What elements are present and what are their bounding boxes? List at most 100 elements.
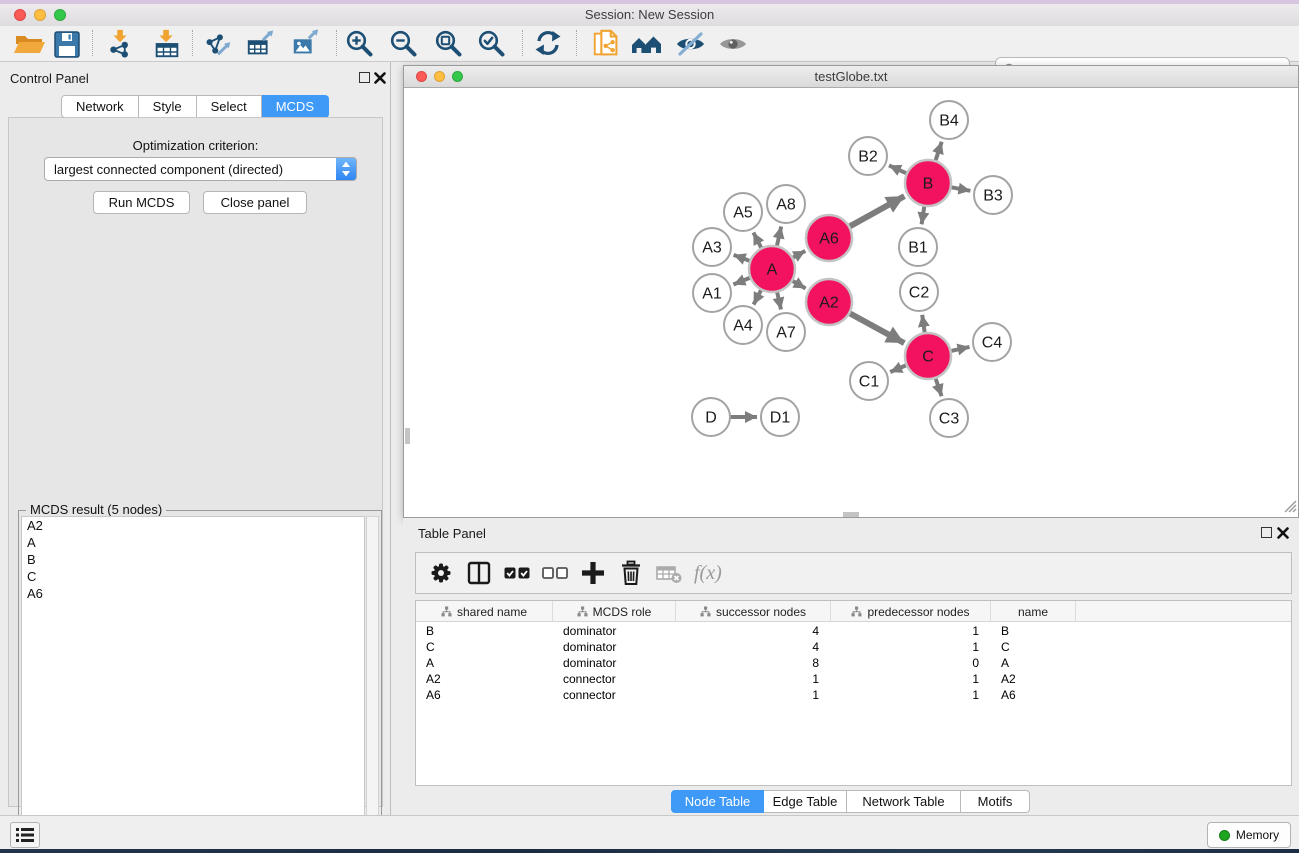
edge-A-A8[interactable]	[777, 227, 781, 247]
result-item[interactable]: A2	[22, 517, 364, 534]
edge-A-A2[interactable]	[792, 281, 806, 289]
select-all-icon[interactable]	[502, 558, 532, 588]
edge-A2-C[interactable]	[849, 313, 904, 343]
edge-A-A7[interactable]	[777, 292, 781, 310]
node-B3[interactable]: B3	[974, 176, 1012, 214]
export-image-icon[interactable]	[289, 28, 323, 60]
resize-grip-icon[interactable]	[1285, 501, 1296, 512]
export-network-icon[interactable]	[202, 28, 236, 60]
result-item[interactable]: B	[22, 551, 364, 568]
table-cell[interactable]: dominator	[553, 623, 676, 639]
edge-B-B4[interactable]	[935, 142, 941, 161]
result-list-scrollbar[interactable]	[366, 516, 379, 847]
table-cell[interactable]: B	[416, 623, 553, 639]
table-row[interactable]: Bdominator41B	[416, 623, 1291, 639]
tab-node-table[interactable]: Node Table	[671, 790, 764, 813]
edge-C-C1[interactable]	[890, 365, 907, 372]
node-C1[interactable]: C1	[850, 362, 888, 400]
node-A5[interactable]: A5	[724, 193, 762, 231]
tab-edge-table[interactable]: Edge Table	[764, 790, 847, 813]
node-B1[interactable]: B1	[899, 228, 937, 266]
table-cell[interactable]: A6	[991, 687, 1076, 703]
column-header-predecessor-nodes[interactable]: predecessor nodes	[831, 601, 991, 622]
vertical-scroll-nub[interactable]	[405, 428, 410, 444]
result-item[interactable]: A6	[22, 585, 364, 602]
zoom-in-icon[interactable]	[344, 28, 378, 60]
table-cell[interactable]: B	[991, 623, 1076, 639]
float-table-panel-icon[interactable]	[1261, 527, 1272, 538]
node-C2[interactable]: C2	[900, 273, 938, 311]
table-cell[interactable]: A2	[991, 671, 1076, 687]
edge-A-A6[interactable]	[792, 251, 805, 258]
table-cell[interactable]: 8	[676, 655, 831, 671]
node-A4[interactable]: A4	[724, 306, 762, 344]
column-header-shared-name[interactable]: shared name	[416, 601, 553, 622]
add-column-icon[interactable]	[578, 558, 608, 588]
save-session-icon[interactable]	[50, 28, 84, 60]
function-builder-icon[interactable]: f(x)	[692, 562, 722, 585]
table-cell[interactable]: 1	[831, 687, 991, 703]
table-cell[interactable]: 1	[676, 687, 831, 703]
export-table-icon[interactable]	[244, 28, 278, 60]
edge-B-B3[interactable]	[951, 187, 971, 191]
table-cell[interactable]: A2	[416, 671, 553, 687]
open-file-icon[interactable]	[13, 28, 47, 60]
zoom-fit-icon[interactable]	[433, 28, 467, 60]
edge-C-C4[interactable]	[951, 347, 970, 351]
network-window-titlebar[interactable]: testGlobe.txt	[404, 66, 1298, 88]
home-icon[interactable]	[630, 28, 664, 60]
table-cell[interactable]: A	[991, 655, 1076, 671]
edge-A6-B[interactable]	[849, 196, 904, 227]
edge-A-A1[interactable]	[733, 278, 750, 285]
close-panel-button[interactable]: Close panel	[203, 191, 307, 214]
node-B4[interactable]: B4	[930, 101, 968, 139]
close-panel-icon[interactable]	[374, 72, 386, 84]
tab-motifs[interactable]: Motifs	[961, 790, 1030, 813]
table-cell[interactable]: dominator	[553, 639, 676, 655]
node-D1[interactable]: D1	[761, 398, 799, 436]
tab-style[interactable]: Style	[139, 95, 197, 118]
close-table-panel-icon[interactable]	[1277, 527, 1289, 539]
task-history-button[interactable]	[10, 822, 40, 848]
edge-B-B1[interactable]	[922, 206, 925, 225]
tab-network-table[interactable]: Network Table	[847, 790, 961, 813]
zoom-selected-icon[interactable]	[476, 28, 510, 60]
table-cell[interactable]: dominator	[553, 655, 676, 671]
node-B2[interactable]: B2	[849, 137, 887, 175]
refresh-icon[interactable]	[531, 28, 565, 60]
node-A3[interactable]: A3	[693, 228, 731, 266]
table-cell[interactable]: 1	[676, 671, 831, 687]
column-header-MCDS-role[interactable]: MCDS role	[553, 601, 676, 622]
column-header-successor-nodes[interactable]: successor nodes	[676, 601, 831, 622]
table-cell[interactable]: A6	[416, 687, 553, 703]
delete-table-icon[interactable]	[654, 558, 684, 588]
criterion-dropdown[interactable]: largest connected component (directed)	[44, 157, 357, 181]
run-mcds-button[interactable]: Run MCDS	[93, 191, 190, 214]
mcds-result-list[interactable]: A2ABCA6	[21, 516, 365, 847]
table-row[interactable]: A6connector11A6	[416, 687, 1291, 703]
table-cell[interactable]: 4	[676, 623, 831, 639]
visibility-icon[interactable]	[716, 28, 750, 60]
node-B[interactable]: B	[905, 160, 951, 206]
node-C[interactable]: C	[905, 333, 951, 379]
node-A1[interactable]: A1	[693, 274, 731, 312]
import-table-icon[interactable]	[150, 28, 184, 60]
edge-A-A3[interactable]	[734, 255, 751, 261]
table-cell[interactable]: 1	[831, 639, 991, 655]
edge-B-B2[interactable]	[889, 165, 907, 173]
deselect-all-icon[interactable]	[540, 558, 570, 588]
node-A8[interactable]: A8	[767, 185, 805, 223]
table-cell[interactable]: 1	[831, 623, 991, 639]
columns-icon[interactable]	[464, 558, 494, 588]
table-cell[interactable]: 4	[676, 639, 831, 655]
edge-C-C3[interactable]	[935, 378, 941, 396]
tab-network[interactable]: Network	[61, 95, 139, 118]
table-row[interactable]: Adominator80A	[416, 655, 1291, 671]
result-item[interactable]: A	[22, 534, 364, 551]
hide-visibility-icon[interactable]	[674, 28, 708, 60]
edge-C-C2[interactable]	[922, 315, 925, 333]
table-row[interactable]: Cdominator41C	[416, 639, 1291, 655]
edge-A-A5[interactable]	[753, 233, 761, 249]
node-A2[interactable]: A2	[806, 279, 852, 325]
result-item[interactable]: C	[22, 568, 364, 585]
